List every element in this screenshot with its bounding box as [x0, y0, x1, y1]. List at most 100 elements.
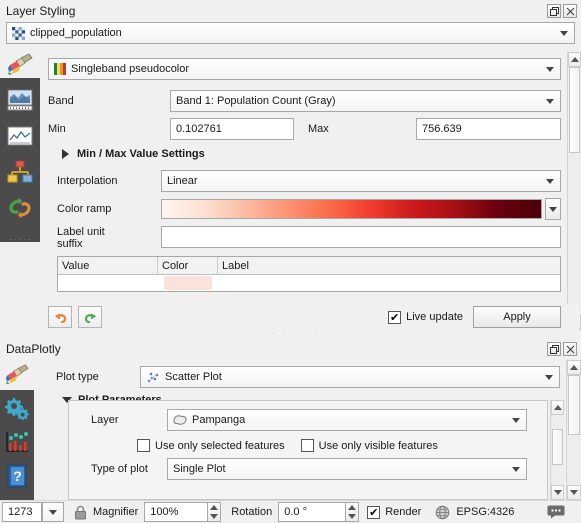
table-header-label: Label [222, 259, 249, 272]
plot-layer-combo[interactable]: Pampanga [167, 409, 527, 431]
chevron-down-icon [560, 31, 568, 36]
plot-paintbrush-icon[interactable] [0, 360, 34, 390]
dataplotly-scrollbar[interactable] [566, 360, 581, 500]
label-unit-suffix-label-line2: suffix [57, 238, 83, 250]
type-of-plot-combo[interactable]: Single Plot [167, 458, 527, 480]
chevron-up-icon [570, 57, 579, 62]
live-update-checkbox[interactable]: ✔ [388, 310, 402, 324]
layer-styling-rail-buttons: · · · · · [0, 78, 40, 244]
label-unit-suffix-input[interactable] [161, 226, 561, 248]
layer-styling-close-button[interactable] [563, 4, 577, 18]
table-cell-label[interactable] [218, 275, 560, 291]
rail-grip: · · · · · [8, 235, 32, 244]
scroll-thumb[interactable] [568, 375, 580, 435]
scroll-track[interactable] [551, 415, 564, 485]
crs-label[interactable]: EPSG:4326 [456, 506, 514, 518]
status-bar: 1273 Magnifier 100% Rotation 0.0 ° ✔ Ren… [0, 500, 581, 523]
transparency-world-icon[interactable] [4, 84, 36, 116]
rotation-input[interactable]: 0.0 ° [278, 502, 347, 522]
min-max-settings-label: Min / Max Value Settings [77, 148, 205, 160]
min-input[interactable]: 0.102761 [170, 118, 294, 140]
apply-button[interactable]: Apply [473, 306, 561, 328]
renderer-row: Singleband pseudocolor [48, 58, 565, 80]
dataplotly-title: DataPlotly [6, 342, 61, 356]
magnifier-value: 100% [150, 506, 179, 518]
table-cell-value[interactable] [58, 275, 158, 291]
chevron-down-icon [570, 490, 578, 495]
chevron-down-icon [512, 418, 520, 423]
band-combo[interactable]: Band 1: Population Count (Gray) [170, 90, 561, 112]
dataplotly-close-button[interactable] [563, 342, 577, 356]
plot-type-row: Plot type Scatter Plot [40, 366, 564, 388]
layer-styling-panel: Layer Styling clipped_population · · · ·… [0, 0, 581, 338]
scale-input[interactable]: 1273 [2, 502, 42, 522]
layer-combo-value: clipped_population [30, 27, 122, 39]
table-row[interactable] [58, 275, 560, 291]
dataplotly-float-button[interactable] [547, 342, 561, 356]
max-value: 756.639 [422, 123, 462, 135]
qgis-panels-screenshot: Layer Styling clipped_population · · · ·… [0, 0, 581, 523]
feature-filter-row: ✔ Use only selected features ✔ Use only … [79, 439, 537, 452]
render-label: Render [385, 506, 422, 518]
scatter-bars-icon[interactable] [1, 426, 33, 458]
color-ramp-row: Color ramp [48, 198, 565, 220]
renderer-combo[interactable]: Singleband pseudocolor [48, 58, 561, 80]
type-of-plot-value: Single Plot [173, 463, 226, 475]
rendering-bars-icon[interactable] [4, 156, 36, 188]
scroll-thumb[interactable] [569, 67, 580, 153]
scroll-up-button[interactable] [567, 360, 581, 375]
scroll-up-button[interactable] [568, 52, 581, 67]
scroll-down-button[interactable] [551, 485, 564, 500]
scroll-track[interactable] [568, 67, 581, 315]
color-ramp-label: Color ramp [57, 203, 112, 215]
magnifier-label: Magnifier [93, 506, 139, 518]
interpolation-combo[interactable]: Linear [161, 170, 561, 192]
plot-type-combo[interactable]: Scatter Plot [140, 366, 560, 388]
scroll-track[interactable] [567, 375, 581, 485]
color-ramp-preview[interactable] [161, 199, 542, 219]
globe-icon[interactable] [435, 505, 450, 520]
rotation-spinner[interactable] [345, 502, 360, 522]
message-bubble-icon[interactable] [547, 504, 565, 520]
layer-styling-float-button[interactable] [547, 4, 561, 18]
redo-button[interactable] [78, 306, 102, 328]
max-label: Max [308, 123, 329, 135]
table-cell-color[interactable] [158, 275, 218, 291]
use-only-visible-checkbox[interactable]: ✔ [300, 439, 314, 452]
undo-redo-history-icon[interactable] [4, 192, 36, 224]
scroll-down-button[interactable] [567, 485, 581, 500]
render-checkbox[interactable]: ✔ [367, 505, 381, 519]
chevron-down-icon [210, 514, 219, 519]
color-value-table[interactable]: Value Color Label [57, 256, 561, 292]
dataplotly-rail: ? [0, 360, 34, 500]
layer-styling-title-bar: Layer Styling [0, 0, 581, 22]
panel-splitter[interactable]: · · · · · · [0, 330, 581, 338]
min-max-settings-row[interactable]: Min / Max Value Settings [48, 148, 565, 160]
color-swatch[interactable] [164, 276, 212, 290]
histogram-icon[interactable] [4, 120, 36, 152]
max-input[interactable]: 756.639 [416, 118, 561, 140]
plot-parameters-group: Layer Pampanga Use only selected feature… [68, 400, 548, 500]
layer-combo[interactable]: clipped_population [6, 22, 575, 44]
magnifier-input[interactable]: 100% [144, 502, 209, 522]
scroll-thumb[interactable] [552, 429, 563, 465]
table-scrollbar[interactable] [567, 52, 581, 330]
help-question-icon[interactable]: ? [1, 460, 33, 492]
color-ramp-dropdown-button[interactable] [545, 198, 561, 220]
use-only-selected-checkbox[interactable]: ✔ [137, 439, 150, 452]
dataplotly-body: ? Plot type Scatter Plot Layer Pampanga … [0, 360, 581, 500]
scroll-up-button[interactable] [551, 400, 564, 415]
symbology-paintbrush-icon[interactable] [0, 52, 40, 78]
scale-dropdown-button[interactable] [42, 502, 64, 522]
plot-layer-value: Pampanga [192, 414, 246, 426]
undo-button[interactable] [48, 306, 72, 328]
dataplotly-rail-buttons: ? [0, 390, 34, 500]
magnifier-spinner[interactable] [207, 502, 222, 522]
live-update-label: Live update [406, 311, 463, 323]
dataplotly-panel: DataPlotly ? Plot type Scatter Plot Laye… [0, 338, 581, 500]
layer-styling-content: Singleband pseudocolor Band Band 1: Popu… [40, 52, 567, 330]
plot-parameters-inner-scrollbar[interactable] [550, 400, 564, 500]
gears-icon[interactable] [1, 392, 33, 424]
lock-icon[interactable] [74, 505, 87, 520]
plot-type-value: Scatter Plot [165, 371, 222, 383]
